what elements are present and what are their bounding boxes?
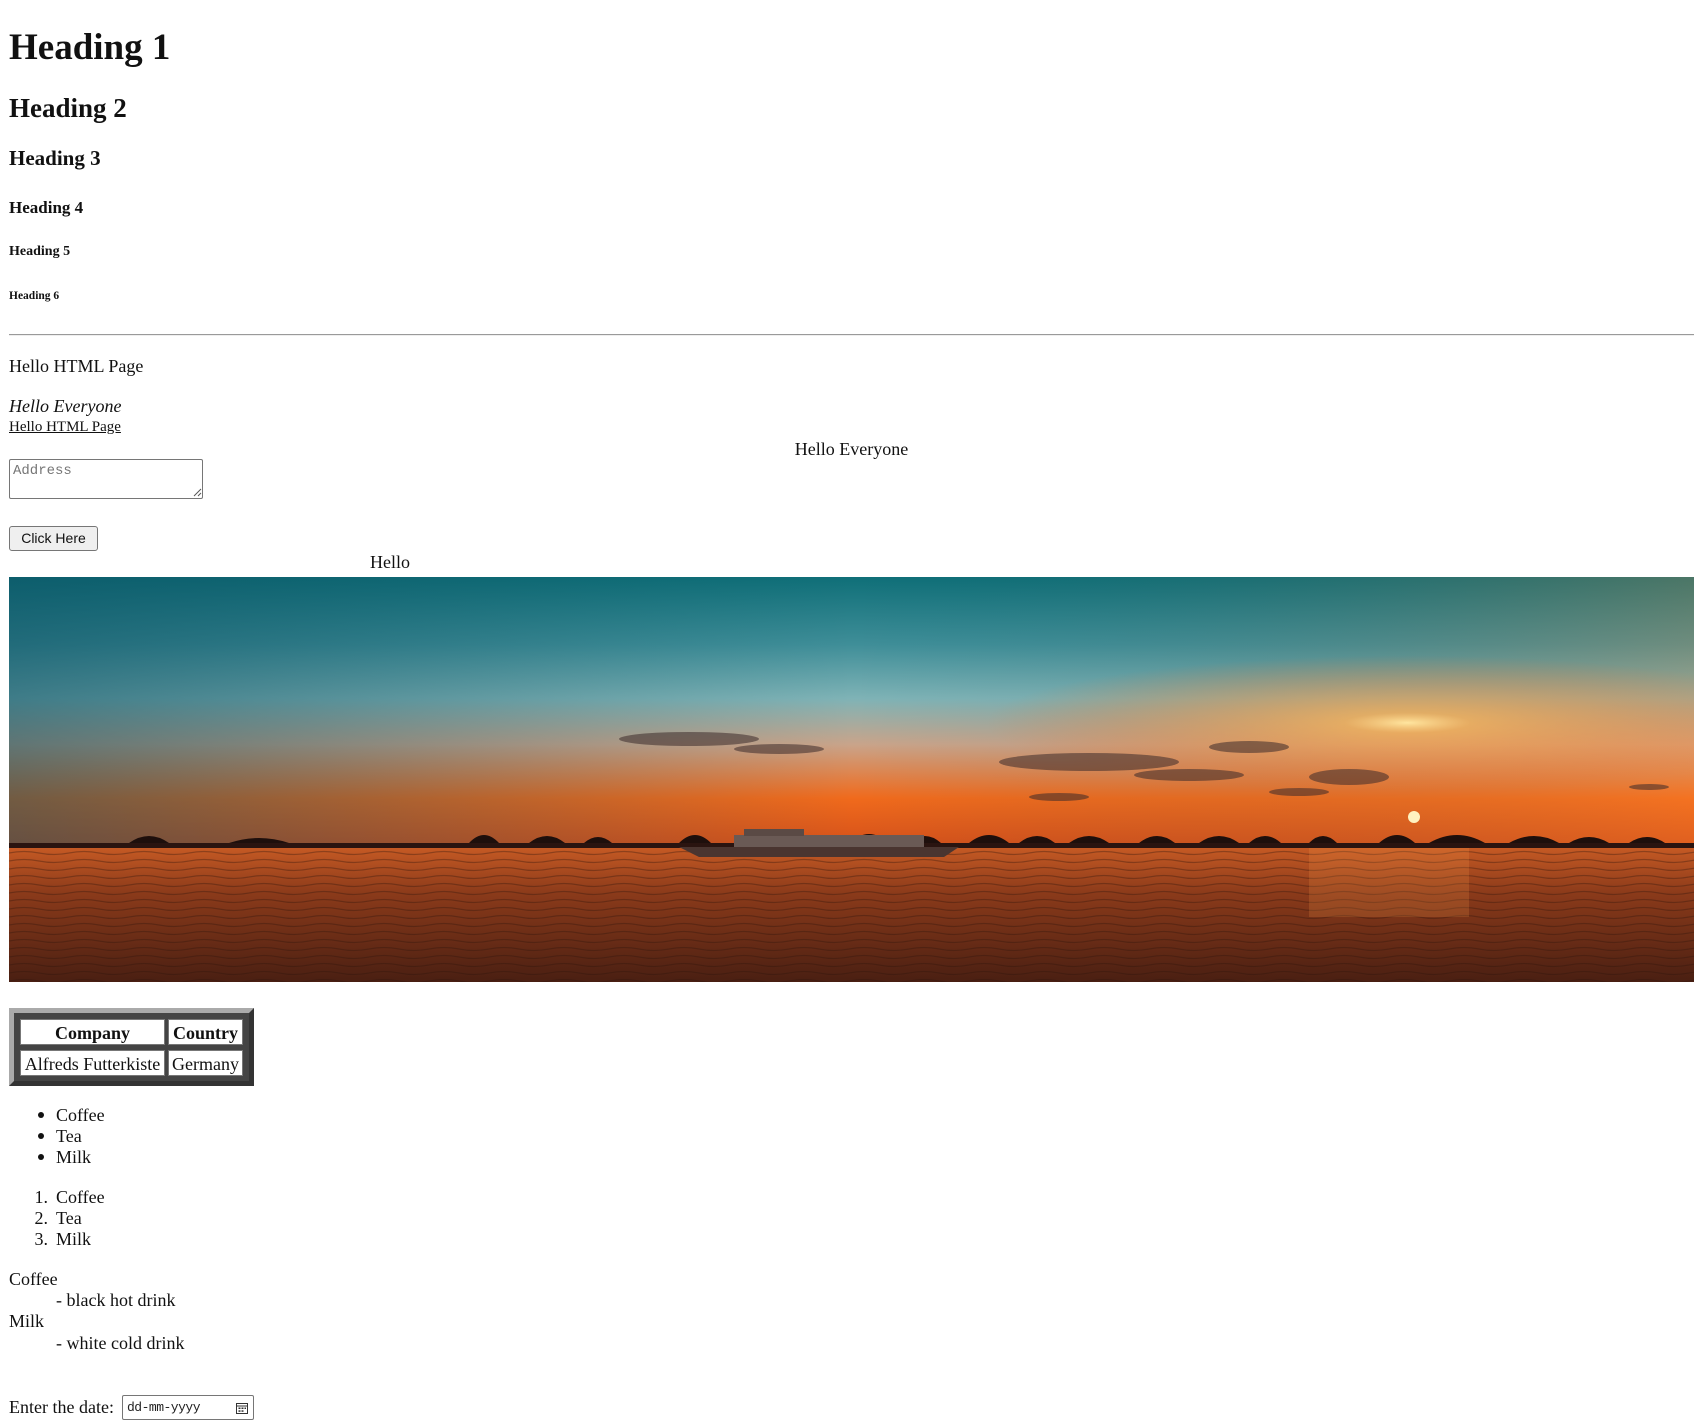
date-label: Enter the date: [9, 1397, 114, 1417]
hello-text: Hello [370, 552, 410, 572]
date-input[interactable]: dd-mm-yyyy [122, 1395, 254, 1420]
description-definition: - black hot drink [56, 1290, 176, 1310]
table-header-country: Country [168, 1019, 243, 1045]
bullet-icon [38, 1112, 44, 1118]
heading-2: Heading 2 [9, 93, 127, 123]
table-header-company: Company [20, 1019, 165, 1045]
heading-5: Heading 5 [9, 244, 71, 259]
table-cell-country: Germany [168, 1050, 243, 1076]
calendar-icon[interactable] [235, 1401, 249, 1415]
click-here-button[interactable]: Click Here [9, 526, 98, 551]
description-definition: - white cold drink [56, 1333, 185, 1353]
list-item: Tea [56, 1208, 82, 1228]
list-number: 3. [34, 1229, 49, 1249]
heading-4: Heading 4 [9, 198, 84, 217]
sunset-image [9, 577, 1694, 982]
sunset-picture [9, 577, 1694, 982]
heading-1: Heading 1 [9, 27, 171, 68]
list-number: 2. [34, 1208, 49, 1228]
list-number: 1. [34, 1187, 49, 1207]
bullet-icon [38, 1133, 44, 1139]
company-table: Company Country Alfreds Futterkiste Germ… [9, 1008, 254, 1086]
paragraph: Hello HTML Page [9, 356, 144, 376]
description-term: Coffee [9, 1269, 58, 1289]
page-link[interactable]: Hello HTML Page [9, 420, 121, 435]
date-placeholder: dd-mm-yyyy [127, 1400, 201, 1415]
resize-grip-icon[interactable] [192, 487, 202, 497]
list-item: Milk [56, 1147, 92, 1167]
heading-3: Heading 3 [9, 146, 101, 170]
description-term: Milk [9, 1311, 45, 1331]
horizontal-rule [9, 334, 1694, 336]
heading-6: Heading 6 [9, 290, 60, 302]
centered-text: Hello Everyone [794, 439, 909, 459]
list-item: Coffee [56, 1187, 105, 1207]
italic-text: Hello Everyone [9, 396, 122, 416]
bullet-icon [38, 1154, 44, 1160]
list-item: Coffee [56, 1105, 105, 1125]
list-item: Milk [56, 1229, 92, 1249]
table-cell-company: Alfreds Futterkiste [20, 1050, 165, 1076]
list-item: Tea [56, 1126, 82, 1146]
address-textarea[interactable] [9, 459, 203, 499]
